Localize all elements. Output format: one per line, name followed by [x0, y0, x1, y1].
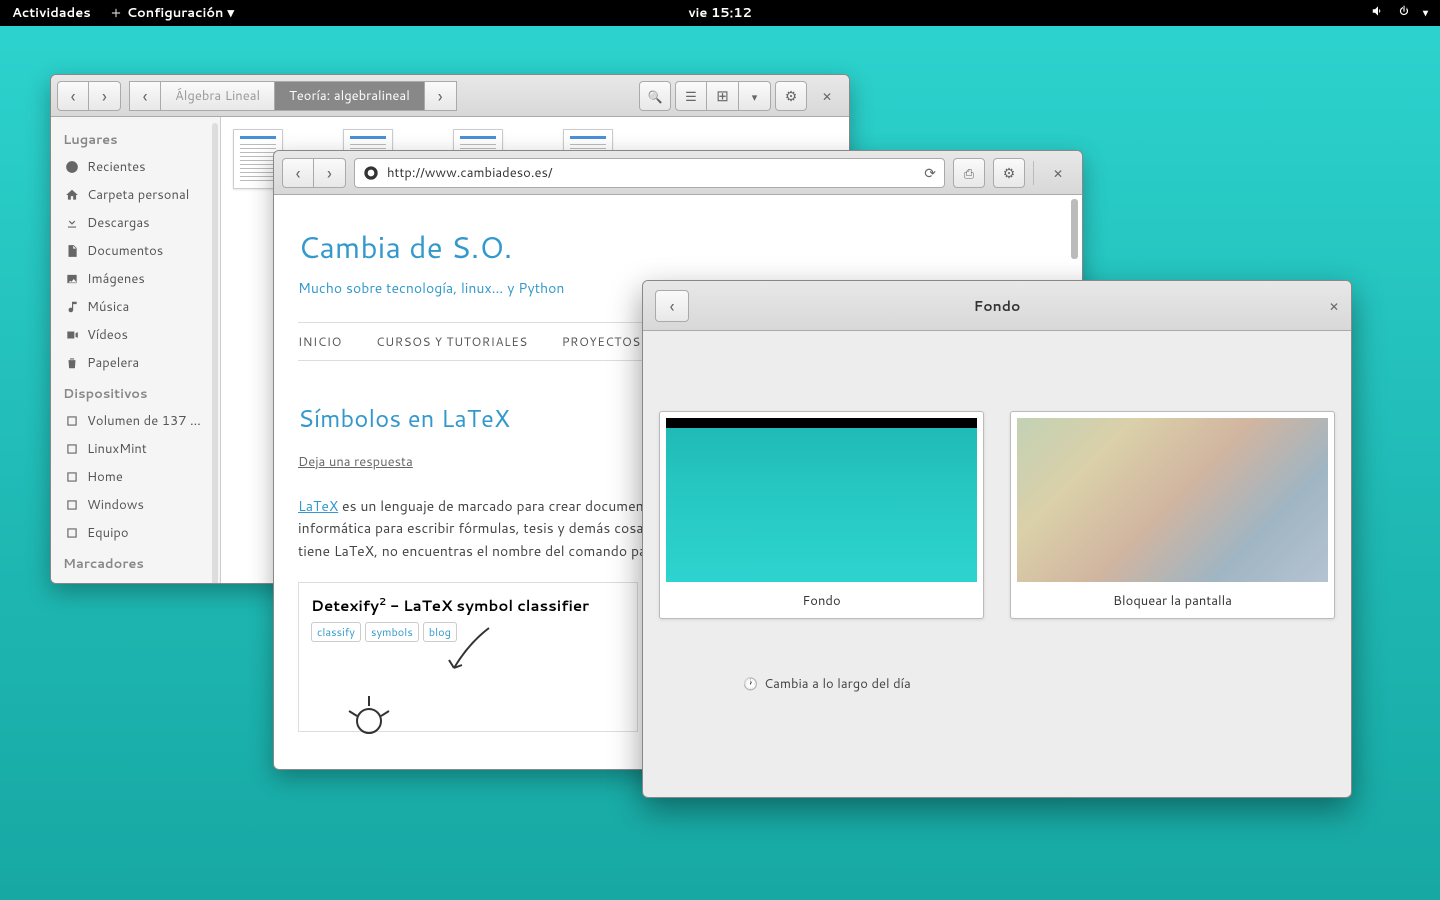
arrow-right-icon: [102, 83, 107, 109]
clock[interactable]: vie 15:12: [688, 4, 752, 22]
breadcrumb-segment[interactable]: Álgebra Lineal: [161, 81, 275, 111]
search-icon: [648, 84, 663, 107]
close-button[interactable]: [1042, 158, 1074, 188]
close-button[interactable]: [811, 81, 843, 111]
nav-link-projects[interactable]: PROYECTOS: [562, 333, 641, 350]
gear-icon: [785, 84, 798, 107]
menu-button[interactable]: [993, 158, 1025, 188]
bookmark-button[interactable]: [953, 158, 985, 188]
gnome-topbar: Actividades Configuración ▾ vie 15:12 ▾: [0, 0, 1440, 26]
path-next-button[interactable]: [425, 81, 457, 111]
card-label-lockscreen: Bloquear la pantalla: [1017, 588, 1328, 612]
volume-icon[interactable]: [1371, 4, 1385, 23]
browser-toolbar: http://www.cambiadeso.es/: [274, 151, 1082, 195]
power-icon[interactable]: [1397, 4, 1411, 23]
sidebar-item-music[interactable]: Música: [51, 293, 220, 321]
window-title: Fondo: [974, 296, 1021, 316]
forward-button[interactable]: [314, 158, 346, 188]
app-menu[interactable]: Configuración ▾: [109, 4, 234, 22]
lockscreen-card[interactable]: Bloquear la pantalla: [1010, 411, 1335, 619]
tag-classify[interactable]: classify: [311, 622, 361, 642]
files-toolbar: Álgebra Lineal Teoría: algebralineal: [51, 75, 849, 117]
arrow-left-icon: [71, 83, 76, 109]
back-button[interactable]: [57, 81, 89, 111]
gear-icon: [1003, 161, 1016, 184]
sidebar-item-recent[interactable]: Recientes: [51, 153, 220, 181]
back-button[interactable]: [655, 290, 689, 322]
sidebar-item-home[interactable]: Carpeta personal: [51, 181, 220, 209]
lockscreen-preview: [1017, 418, 1328, 582]
scrollbar[interactable]: [1071, 199, 1078, 259]
view-list-button[interactable]: [675, 81, 707, 111]
card-label-background: Fondo: [666, 588, 977, 612]
sidebar-heading-devices: Dispositivos: [51, 377, 220, 407]
changes-hint: Cambia a lo largo del día: [743, 675, 911, 693]
arrow-right-icon: [438, 83, 443, 109]
url-text: http://www.cambiadeso.es/: [387, 164, 553, 182]
arrow-drawing-icon: [439, 623, 499, 683]
reload-icon[interactable]: [924, 163, 936, 183]
files-sidebar: Lugares Recientes Carpeta personal Desca…: [51, 117, 221, 583]
background-preview: [666, 418, 977, 582]
background-card[interactable]: Fondo: [659, 411, 984, 619]
list-icon: [685, 84, 697, 107]
url-bar[interactable]: http://www.cambiadeso.es/: [354, 158, 945, 188]
chevron-down-icon: [752, 84, 758, 107]
site-favicon-icon: [363, 165, 379, 181]
settings-app-icon: [109, 6, 123, 20]
close-button[interactable]: [1329, 294, 1339, 317]
settings-header: Fondo: [643, 281, 1351, 331]
close-icon: [1329, 294, 1339, 317]
activities-button[interactable]: Actividades: [12, 4, 91, 22]
breadcrumb-segment-active[interactable]: Teoría: algebralineal: [275, 81, 425, 111]
bookmark-icon: [964, 161, 974, 184]
close-icon: [1053, 161, 1063, 184]
latex-link[interactable]: LaTeX: [298, 496, 338, 516]
forward-button[interactable]: [89, 81, 121, 111]
scrollbar[interactable]: [212, 123, 218, 583]
close-icon: [822, 84, 832, 107]
detexify-embed: Detexify2 - LaTeX symbol classifier clas…: [298, 582, 638, 732]
path-up-button[interactable]: [129, 81, 161, 111]
view-grid-button[interactable]: [707, 81, 739, 111]
view-options-button[interactable]: [739, 81, 771, 111]
nav-link-courses[interactable]: CURSOS Y TUTORIALES: [376, 333, 528, 350]
clock-icon: [743, 675, 758, 693]
sidebar-item-linuxmint[interactable]: LinuxMint: [51, 435, 220, 463]
arrow-right-icon: [327, 160, 332, 186]
grid-icon: [716, 84, 729, 107]
sidebar-heading-bookmarks: Marcadores: [51, 547, 220, 577]
back-button[interactable]: [282, 158, 314, 188]
site-title[interactable]: Cambia de S.O.: [298, 225, 1058, 268]
sidebar-item-downloads[interactable]: Descargas: [51, 209, 220, 237]
sidebar-item-videos[interactable]: Vídeos: [51, 321, 220, 349]
sun-drawing-icon: [339, 686, 399, 736]
sidebar-item-windows[interactable]: Windows: [51, 491, 220, 519]
sidebar-item-trash[interactable]: Papelera: [51, 349, 220, 377]
search-button[interactable]: [639, 81, 671, 111]
arrow-left-icon: [670, 293, 675, 319]
options-button[interactable]: [775, 81, 807, 111]
arrow-left-icon: [296, 160, 301, 186]
tag-symbols[interactable]: symbols: [365, 622, 419, 642]
detexify-title: Detexify2 - LaTeX symbol classifier: [311, 595, 625, 616]
sidebar-item-documents[interactable]: Documentos: [51, 237, 220, 265]
chevron-down-icon: ▾: [1423, 6, 1428, 20]
sidebar-item-pictures[interactable]: Imágenes: [51, 265, 220, 293]
sidebar-item-dev-home[interactable]: Home: [51, 463, 220, 491]
arrow-left-icon: [143, 83, 148, 109]
sidebar-heading-places: Lugares: [51, 123, 220, 153]
sidebar-item-volume[interactable]: Volumen de 137 …: [51, 407, 220, 435]
settings-window: Fondo Fondo Bloquear la pantalla Cambia …: [642, 280, 1352, 798]
nav-link-home[interactable]: INICIO: [298, 333, 342, 350]
chevron-down-icon: ▾: [227, 4, 234, 22]
sidebar-item-computer[interactable]: Equipo: [51, 519, 220, 547]
